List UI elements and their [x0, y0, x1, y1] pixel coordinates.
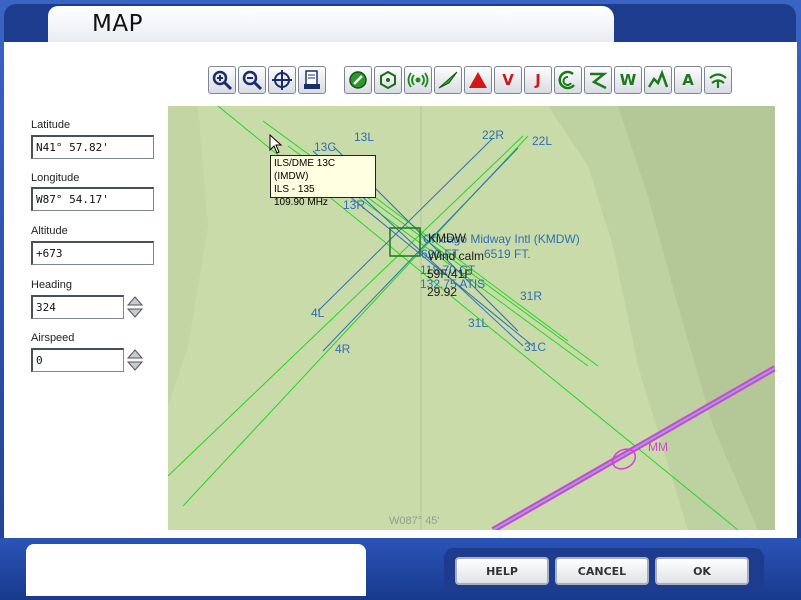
wind-button[interactable]: [704, 66, 732, 94]
runway-label-4r: 4R: [335, 342, 351, 356]
zoom-out-icon: [242, 70, 263, 91]
runway-label-4l: 4L: [311, 306, 325, 320]
tooltip-line-3: 109.90 MHz: [274, 197, 328, 208]
longitude-grid-label: W087° 45': [389, 515, 440, 527]
wind-label: Wind calm: [428, 249, 485, 263]
jet-airway-button[interactable]: J: [524, 66, 552, 94]
terrain-icon: [647, 69, 669, 88]
airspeed-spinner[interactable]: [126, 348, 144, 372]
altitude-field[interactable]: +673: [31, 241, 154, 265]
altitude-label: Altitude: [31, 225, 68, 237]
runway-label-31l: 31L: [468, 316, 489, 330]
map-view[interactable]: 13L 13C 13R 22R 22L 4L 4R 31R 31L 31C Ch…: [168, 106, 775, 530]
center-aircraft-button[interactable]: [268, 66, 296, 94]
approach-button[interactable]: [554, 66, 582, 94]
victor-airway-button[interactable]: V: [494, 66, 522, 94]
runway-label-31c: 31C: [524, 340, 547, 354]
tooltip-line-1: ILS/DME 13C (IMDW): [274, 158, 336, 182]
intersection-filter-button[interactable]: [464, 66, 492, 94]
runway-label-22r: 22R: [482, 128, 505, 142]
altitude-button[interactable]: A: [674, 66, 702, 94]
heading-label: Heading: [31, 279, 72, 291]
print-button[interactable]: [298, 66, 326, 94]
vor-icon: [380, 70, 396, 90]
approach-icon: [558, 70, 575, 90]
ils-tooltip: ILS/DME 13C (IMDW) ILS - 135 109.90 MHz: [270, 155, 376, 208]
longitude-field[interactable]: W87° 54.17': [31, 187, 154, 211]
runway-length-label: 6519 FT.: [484, 247, 531, 261]
wind-icon: [709, 73, 727, 88]
latitude-field[interactable]: N41° 57.82': [31, 135, 154, 159]
ils-icon: [438, 71, 458, 89]
intersection-icon: [469, 72, 487, 88]
print-icon: [304, 70, 320, 89]
airport-icon: [349, 71, 367, 89]
airspeed-field[interactable]: 0: [31, 348, 124, 372]
tooltip-line-2: ILS - 135: [274, 184, 315, 195]
zoom-out-button[interactable]: [238, 66, 266, 94]
ndb-icon: [407, 72, 429, 88]
latitude-label: Latitude: [31, 119, 71, 131]
ok-button[interactable]: OK: [655, 557, 749, 585]
runway-label-31r: 31R: [520, 289, 543, 303]
heading-field[interactable]: 324: [31, 295, 124, 319]
runway-label-13c: 13C: [314, 140, 337, 154]
middle-marker-label: MM: [648, 440, 668, 454]
airway-button[interactable]: [584, 66, 612, 94]
terrain-button[interactable]: [644, 66, 672, 94]
mouse-cursor-icon: [269, 134, 283, 154]
zoom-in-icon: [212, 70, 233, 91]
airport-filter-button[interactable]: [344, 66, 372, 94]
center-aircraft-icon: [272, 70, 292, 90]
longitude-label: Longitude: [31, 172, 80, 184]
airport-code-label: KMDW: [428, 231, 466, 245]
runway-label-13l: 13L: [354, 130, 375, 144]
help-button[interactable]: HELP: [455, 557, 549, 585]
weather-button[interactable]: W: [614, 66, 642, 94]
cancel-button[interactable]: CANCEL: [555, 557, 649, 585]
runway-label-22l: 22L: [532, 134, 553, 148]
pressure-label: 29.92: [427, 285, 458, 299]
window-title: MAP: [92, 11, 143, 37]
message-area: [26, 544, 366, 596]
zoom-in-button[interactable]: [208, 66, 236, 94]
heading-spinner[interactable]: [126, 295, 144, 319]
vor-filter-button[interactable]: [374, 66, 402, 94]
airspeed-label: Airspeed: [31, 332, 75, 344]
airway-icon: [590, 72, 608, 90]
ils-filter-button[interactable]: [434, 66, 462, 94]
ndb-filter-button[interactable]: [404, 66, 432, 94]
